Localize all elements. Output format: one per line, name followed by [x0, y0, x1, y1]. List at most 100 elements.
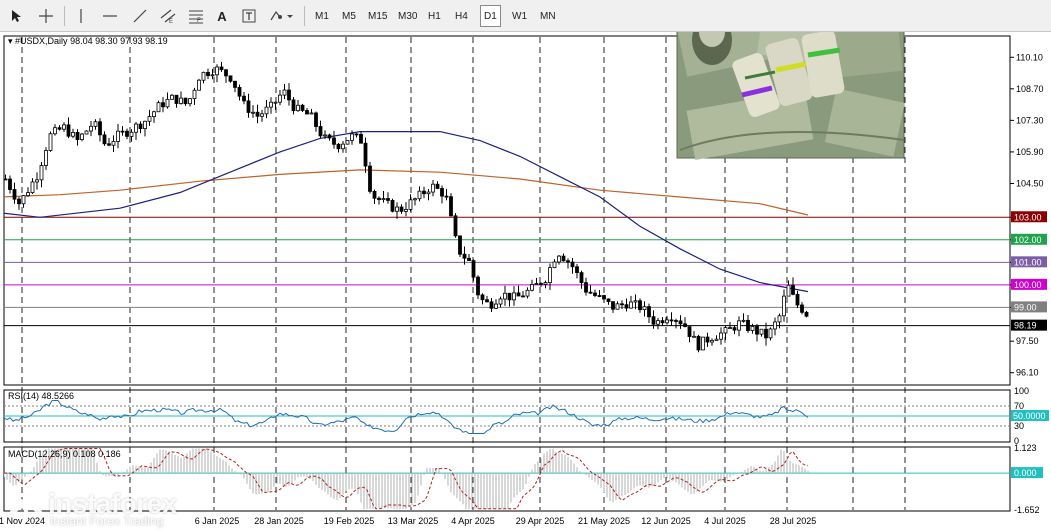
candle-body [161, 102, 165, 108]
candle-body [431, 183, 435, 193]
candle-body [575, 266, 579, 273]
candle-body [170, 94, 174, 100]
candle-body [764, 328, 768, 339]
candle-body [660, 320, 665, 324]
candle-body [21, 195, 26, 205]
candle-body [80, 133, 84, 141]
candle-body [791, 284, 795, 295]
timeframe-h1[interactable]: H1 [424, 5, 445, 27]
candle-body [755, 326, 759, 335]
timeframe-m15[interactable]: M15 [364, 5, 391, 27]
x-tick-label: 6 Jan 2025 [195, 516, 240, 526]
candle-body [251, 111, 255, 114]
candle-body [566, 260, 570, 263]
candle-body [57, 127, 62, 130]
crosshair-icon[interactable] [34, 5, 58, 27]
candle-body [107, 143, 111, 146]
candle-body [165, 98, 170, 108]
candle-body [39, 165, 44, 181]
candle-body [17, 198, 21, 205]
price-chart[interactable]: 110.10 108.70 107.30 105.90 104.50 103.00 102.… [0, 32, 1051, 531]
level-label: 103.00 [1014, 212, 1042, 222]
candle-body [458, 235, 462, 255]
candle-body [53, 127, 57, 135]
cursor-icon[interactable] [6, 5, 28, 27]
candle-body [642, 306, 647, 311]
candle-body [197, 79, 201, 91]
candle-body [746, 319, 750, 331]
timeframe-h4[interactable]: H4 [451, 5, 472, 27]
candle-body [210, 74, 215, 77]
shapes-dropdown-icon[interactable] [266, 5, 298, 27]
candle-body [179, 97, 183, 104]
timeframe-w1[interactable]: W1 [508, 5, 531, 27]
candle-body [714, 338, 719, 341]
timeframe-m1[interactable]: M1 [311, 5, 333, 27]
candle-body [467, 257, 471, 262]
timeframe-m30[interactable]: M30 [394, 5, 421, 27]
candle-body [147, 116, 152, 122]
timeframe-d1[interactable]: D1 [480, 5, 501, 27]
candle-body [768, 328, 773, 339]
trend-line-icon[interactable] [128, 5, 152, 27]
candle-body [525, 289, 530, 297]
y-tick-label: 96.10 [1016, 368, 1039, 378]
candle-body [795, 293, 800, 306]
macd-panel [3, 446, 1011, 512]
candle-body [584, 282, 588, 293]
x-tick-label: 4 Jul 2025 [704, 516, 746, 526]
candle-body [782, 295, 786, 317]
candle-body [152, 111, 156, 118]
text-label-icon[interactable] [238, 5, 260, 27]
candle-body [345, 140, 350, 145]
horizontal-line-icon[interactable] [98, 5, 122, 27]
candle-body [354, 133, 359, 136]
candle-body [12, 189, 17, 200]
candle-body [390, 200, 395, 212]
candle-body [62, 124, 66, 130]
candle-body [66, 124, 71, 137]
candle-body [539, 283, 543, 285]
candle-body [341, 143, 345, 150]
candle-body [75, 132, 80, 141]
x-tick-label: 21 May 2025 [578, 516, 630, 526]
macd-name: MACD(12,26,9) [8, 449, 71, 459]
candle-body [363, 142, 368, 167]
candle-body [237, 87, 242, 97]
candle-body [381, 198, 386, 201]
candle-body [444, 195, 449, 198]
candle-body [156, 102, 161, 113]
x-tick-label: 4 Apr 2025 [451, 516, 495, 526]
candle-body [305, 110, 309, 115]
timeframe-m5[interactable]: M5 [338, 5, 360, 27]
candle-body [111, 141, 116, 146]
symbol-label: #USDX,Daily [15, 36, 68, 46]
candle-body [44, 150, 48, 166]
candle-body [30, 181, 35, 193]
candle-body [498, 298, 503, 305]
fibonacci-icon[interactable]: F [184, 5, 208, 27]
candle-body [516, 292, 521, 297]
candle-body [503, 292, 507, 300]
candle-body [143, 120, 147, 129]
candle-body [548, 267, 552, 283]
candle-body [687, 326, 692, 337]
candle-body [593, 292, 597, 296]
candle-body [723, 327, 728, 334]
candle-body [786, 284, 791, 297]
candle-body [449, 196, 453, 217]
candle-body [750, 326, 755, 331]
candle-body [692, 335, 696, 338]
candle-body [35, 179, 39, 183]
candle-body [377, 197, 381, 201]
channel-icon[interactable]: E [156, 5, 180, 27]
x-tick-label: 12 Jun 2025 [641, 516, 691, 526]
vertical-line-icon[interactable] [70, 5, 92, 27]
candle-body [674, 320, 678, 322]
candle-body [480, 294, 485, 301]
candle-body [359, 133, 363, 144]
text-tool-icon[interactable]: A [212, 5, 232, 27]
timeframe-mn[interactable]: MN [536, 5, 560, 27]
macd-tick-label: -1.652 [1014, 505, 1040, 515]
rsi-tick-label: 100 [1014, 386, 1029, 396]
